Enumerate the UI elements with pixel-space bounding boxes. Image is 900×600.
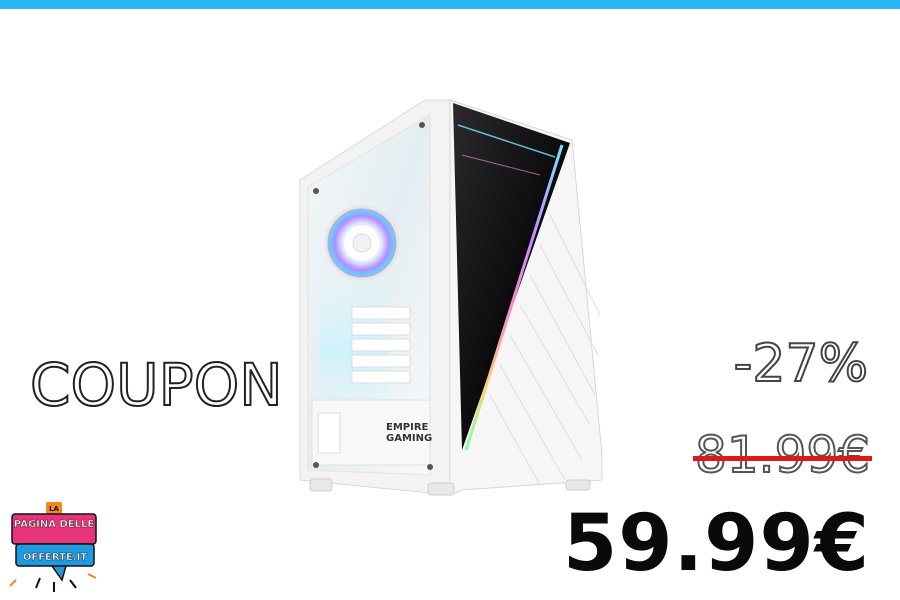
coupon-label: COUPON bbox=[29, 351, 284, 419]
old-price: 81.99€ bbox=[694, 426, 871, 484]
new-price: 59.99€ bbox=[563, 499, 870, 589]
brand-line1: EMPIRE bbox=[386, 422, 429, 433]
logo-line3: OFFERTE.IT bbox=[23, 552, 87, 563]
site-logo: LA PAGINA DELLE OFFERTE.IT bbox=[9, 502, 97, 592]
discount-percent: -27% bbox=[733, 334, 869, 394]
top-accent-bar bbox=[0, 0, 900, 9]
old-price-container: 81.99€ bbox=[693, 426, 872, 484]
strikethrough-line bbox=[693, 456, 872, 461]
logo-line2: PAGINA DELLE bbox=[14, 519, 95, 530]
pc-case-image: EMPIRE GAMING bbox=[299, 99, 603, 496]
brand-line2: GAMING bbox=[386, 433, 432, 444]
logo-line1: LA bbox=[49, 505, 59, 513]
fan-icon bbox=[324, 205, 400, 281]
